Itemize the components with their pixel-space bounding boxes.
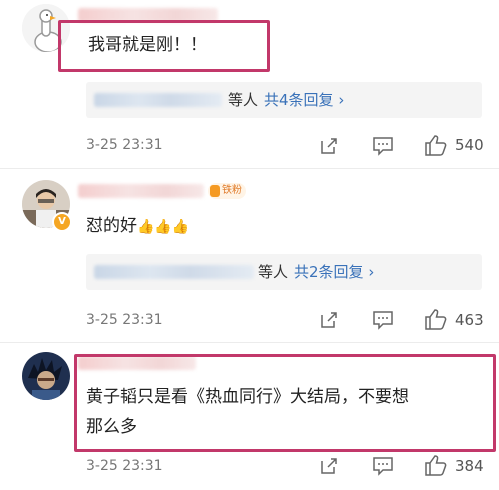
comment-icon[interactable] <box>372 310 394 330</box>
thumbs-up-icon[interactable] <box>424 133 448 157</box>
reply-summary[interactable]: 等人 共4条回复 › <box>86 82 482 118</box>
reply-users-suffix: 等人 <box>228 91 259 109</box>
like-count: 540 <box>455 136 484 154</box>
like-count: 463 <box>455 311 484 329</box>
divider <box>0 168 499 169</box>
thumbs-up-icon[interactable] <box>424 453 448 477</box>
reply-users-suffix: 等人 <box>258 263 289 281</box>
share-icon[interactable] <box>319 136 339 156</box>
timestamp: 3-25 23:31 <box>86 312 163 328</box>
share-icon[interactable] <box>319 456 339 476</box>
reply-users-blurred <box>94 93 222 107</box>
like-count: 384 <box>455 457 484 475</box>
comment-text-line-2: 那么多 <box>86 417 137 437</box>
reply-count-link[interactable]: 共4条回复 › <box>264 91 344 109</box>
reply-count-link[interactable]: 共2条回复 › <box>294 263 374 281</box>
reply-summary[interactable]: 等人 共2条回复 › <box>86 254 482 290</box>
comment-text: 怼的好👍👍👍 <box>86 211 189 242</box>
thumbs-up-emoji: 👍👍👍 <box>137 219 190 235</box>
share-icon[interactable] <box>319 310 339 330</box>
username-blurred[interactable] <box>78 184 204 198</box>
comment-2: V 铁粉 怼的好👍👍👍 等人 共2条回复 › 3-25 23:31 463 <box>0 170 499 342</box>
comment-text: 我哥就是刚！！ <box>88 35 207 55</box>
divider <box>0 342 499 343</box>
comment-text-line-1: 黄子韬只是看《热血同行》大结局，不要想 <box>86 387 409 407</box>
comment-1: 我哥就是刚！！ 等人 共4条回复 › 3-25 23:31 540 <box>0 0 499 170</box>
verified-badge: V <box>52 212 72 232</box>
comment-3: 黄子韬只是看《热血同行》大结局，不要想 那么多 3-25 23:31 384 <box>0 344 499 490</box>
reply-users-blurred <box>94 265 254 279</box>
comment-icon[interactable] <box>372 136 394 156</box>
timestamp: 3-25 23:31 <box>86 137 163 153</box>
comment-text-body: 怼的好 <box>86 216 137 236</box>
thumbs-up-icon[interactable] <box>424 307 448 331</box>
avatar[interactable] <box>22 352 70 400</box>
timestamp: 3-25 23:31 <box>86 458 163 474</box>
fan-badge[interactable]: 铁粉 <box>208 183 246 199</box>
comment-icon[interactable] <box>372 456 394 476</box>
